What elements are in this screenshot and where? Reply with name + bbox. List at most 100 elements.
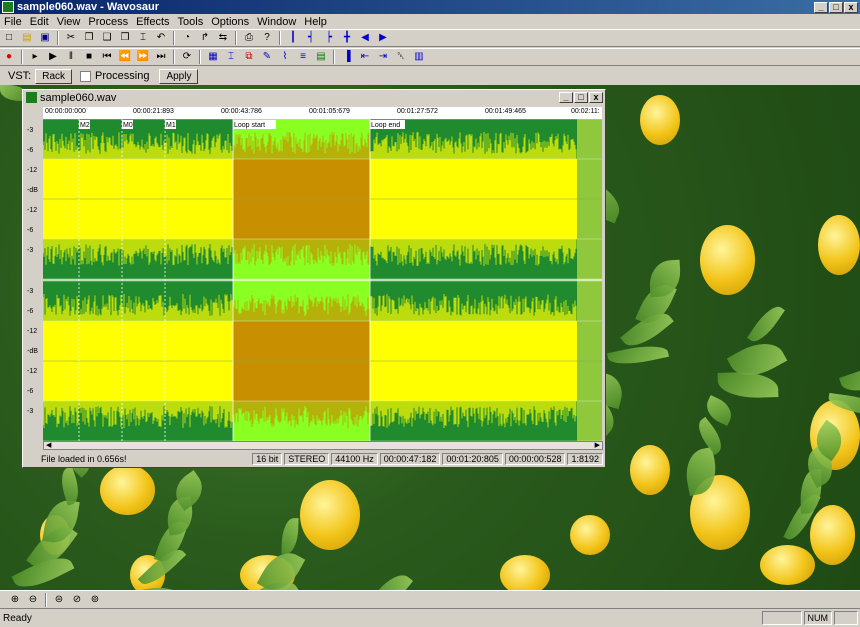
pause-button[interactable]: ‖ — [63, 49, 79, 65]
db-label: -12 — [27, 368, 38, 375]
cut-button[interactable]: ✂ — [63, 30, 79, 46]
marker-label[interactable]: Loop start — [234, 122, 265, 129]
db-label: -3 — [27, 288, 34, 295]
skip-start-button[interactable]: ⏮ — [99, 49, 115, 65]
document-window[interactable]: sample060.wav _ □ x 00:00:00:000 00:00:21… — [22, 89, 606, 468]
apply-button[interactable]: Apply — [159, 68, 199, 84]
help-button[interactable]: ? — [259, 30, 275, 46]
rewind-button[interactable]: ⏪ — [117, 49, 133, 65]
waveform-view[interactable]: M2 M0 M1 Loop start Loop end — [43, 119, 603, 441]
zoom-wave-icon: ⌶ — [228, 51, 234, 62]
rack-button[interactable]: Rack — [35, 68, 73, 84]
undo-button[interactable]: ↶ — [153, 30, 169, 46]
open-button[interactable]: ▤ — [19, 30, 35, 46]
grid-icon: ▤ — [316, 51, 326, 62]
zoom-in-button[interactable]: ⊕ — [7, 592, 23, 608]
vst-label: VST: — [8, 70, 32, 82]
time-ruler[interactable]: 00:00:00:000 00:00:21:893 00:00:43:786 00:0… — [43, 107, 602, 119]
doc-maximize-button[interactable]: □ — [574, 92, 588, 103]
toolbar-separator — [45, 592, 47, 607]
play-from-button[interactable]: ▸ — [27, 49, 43, 65]
marker-prev-button[interactable]: ┥ — [303, 30, 319, 46]
trim-button[interactable]: ⌶ — [135, 30, 151, 46]
paste-new-icon: ❒ — [120, 32, 130, 43]
normalize-icon: ◔ — [183, 32, 191, 43]
normalize-button[interactable]: ◔ — [179, 30, 195, 46]
zoom-selection-icon: ⊘ — [72, 593, 82, 605]
edit-wave-button[interactable]: ✎ — [259, 49, 275, 65]
minimize-button[interactable]: _ — [814, 1, 828, 13]
marker-label[interactable]: M1 — [166, 122, 176, 129]
zoom-selection-button[interactable]: ⊘ — [69, 592, 85, 608]
doc-minimize-button[interactable]: _ — [559, 92, 573, 103]
horizontal-scrollbar[interactable]: ◀ ▶ — [43, 441, 603, 450]
zoom-wave-button[interactable]: ⌶ — [223, 49, 239, 65]
stop-button[interactable]: ■ — [81, 49, 97, 65]
close-button[interactable]: x — [844, 1, 858, 13]
menu-window[interactable]: Window — [253, 16, 300, 28]
ruler-tick-label: 00:00:21:893 — [133, 108, 174, 115]
doc-close-button[interactable]: x — [589, 92, 603, 103]
menu-process[interactable]: Process — [84, 16, 132, 28]
nav-right-button[interactable]: ▶ — [375, 30, 391, 46]
processing-checkbox[interactable] — [80, 70, 92, 82]
app-icon — [2, 1, 14, 13]
play-button[interactable]: ▶ — [45, 49, 61, 65]
db-label: -6 — [27, 147, 34, 154]
marker-del-button[interactable]: ╋ — [339, 30, 355, 46]
paste-button[interactable]: ❑ — [99, 30, 115, 46]
paste-new-button[interactable]: ❒ — [117, 30, 133, 46]
marker-start-button[interactable]: ▐ — [339, 49, 355, 65]
draw-wave-button[interactable]: ⌇ — [277, 49, 293, 65]
zoom-out-button[interactable]: ⊖ — [25, 592, 41, 608]
scroll-left-icon[interactable]: ◀ — [44, 442, 53, 449]
document-titlebar[interactable]: sample060.wav _ □ x — [23, 90, 605, 105]
nav-left-button[interactable]: ◀ — [357, 30, 373, 46]
new-button[interactable]: □ — [1, 30, 17, 46]
maximize-button[interactable]: □ — [829, 1, 843, 13]
region-button[interactable]: ▥ — [411, 49, 427, 65]
fast-forward-button[interactable]: ⏩ — [135, 49, 151, 65]
marker-add-button[interactable]: ┃ — [285, 30, 301, 46]
loop-tool-button[interactable]: ⇆ — [215, 30, 231, 46]
scroll-right-icon[interactable]: ▶ — [593, 442, 602, 449]
trash-button[interactable]: ␡ — [393, 49, 409, 65]
marker-left-button[interactable]: ⇤ — [357, 49, 373, 65]
menu-effects[interactable]: Effects — [132, 16, 173, 28]
zoom-in-icon: ⊕ — [10, 593, 20, 605]
menu-tools[interactable]: Tools — [174, 16, 208, 28]
play-icon: ▶ — [49, 51, 57, 62]
marker-right-button[interactable]: ⇥ — [375, 49, 391, 65]
loop-select-button[interactable]: ⧉ — [241, 49, 257, 65]
redo-button[interactable]: ↱ — [197, 30, 213, 46]
db-label: -3 — [27, 127, 34, 134]
grid-button[interactable]: ▤ — [313, 49, 329, 65]
align-button[interactable]: ≡ — [295, 49, 311, 65]
zoom-full-button[interactable]: ⊚ — [87, 592, 103, 608]
save-button[interactable]: ▣ — [37, 30, 53, 46]
select-all-button[interactable]: ▦ — [205, 49, 221, 65]
zoom-fit-button[interactable]: ⊜ — [51, 592, 67, 608]
menu-edit[interactable]: Edit — [26, 16, 53, 28]
zoom-full-icon: ⊚ — [90, 593, 100, 605]
db-label: -dB — [27, 348, 38, 355]
loop-play-button[interactable]: ⟳ — [179, 49, 195, 65]
menu-help[interactable]: Help — [300, 16, 331, 28]
loop-tool-icon: ⇆ — [218, 32, 228, 43]
menu-file[interactable]: File — [0, 16, 26, 28]
ruler-tick-label: 00:02:11: — [571, 108, 600, 115]
print-button[interactable]: ⎙ — [241, 30, 257, 46]
menu-view[interactable]: View — [53, 16, 85, 28]
skip-end-button[interactable]: ⏭ — [153, 49, 169, 65]
copy-button[interactable]: ❐ — [81, 30, 97, 46]
marker-label[interactable]: Loop end — [371, 122, 400, 129]
record-button[interactable]: ● — [1, 49, 17, 65]
toolbar-separator — [57, 31, 59, 45]
menu-options[interactable]: Options — [207, 16, 253, 28]
toolbar-separator — [173, 50, 175, 64]
marker-label[interactable]: M2 — [80, 122, 90, 129]
num-lock-indicator: NUM — [803, 611, 832, 625]
marker-next-button[interactable]: ┝ — [321, 30, 337, 46]
marker-label[interactable]: M0 — [123, 122, 133, 129]
toolbar-separator — [199, 50, 201, 64]
